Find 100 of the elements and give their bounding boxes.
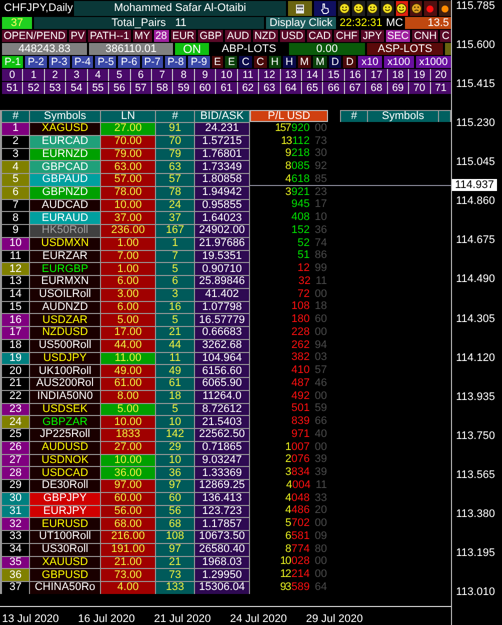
sad-face-button[interactable]	[410, 1, 422, 16]
pl-value: 13112 73	[280, 136, 328, 147]
smiley-icon	[338, 3, 350, 14]
period-button[interactable]: P-5	[95, 56, 116, 68]
index-button[interactable]: 60	[194, 82, 216, 94]
index-button[interactable]: 56	[109, 82, 130, 94]
filter-button[interactable]: AUD	[225, 30, 251, 42]
index-button[interactable]: 58	[152, 82, 172, 94]
filter-button[interactable]: NZD	[252, 30, 278, 42]
index-button[interactable]: 2	[44, 69, 66, 81]
calculator-button[interactable]	[288, 1, 312, 16]
ln-cell: 78.00	[101, 186, 155, 198]
filter-button[interactable]: 28	[154, 30, 169, 42]
filter-button[interactable]: PV	[69, 30, 86, 42]
index-button[interactable]: 51	[2, 82, 22, 94]
filter-button[interactable]: EUR	[170, 30, 196, 42]
timeframe-button[interactable]: C	[254, 56, 266, 68]
display-click-button[interactable]: Display Click	[266, 17, 336, 29]
timeframe-button[interactable]: H	[283, 56, 296, 68]
smiley-button[interactable]	[338, 1, 350, 16]
index-button[interactable]: 54	[66, 82, 87, 94]
timeframe-button[interactable]: E	[212, 56, 224, 68]
index-button[interactable]: 11	[238, 69, 258, 81]
index-button[interactable]: 18	[388, 69, 408, 81]
index-button[interactable]: 17	[366, 69, 387, 81]
timeframe-button[interactable]: E	[225, 56, 238, 68]
price-label: 113.380	[455, 508, 496, 520]
smiley-button[interactable]	[396, 1, 408, 16]
period-button[interactable]: P-7	[142, 56, 163, 68]
period-button[interactable]: P-9	[188, 56, 210, 68]
timeframe-button[interactable]: M	[298, 56, 312, 68]
period-button[interactable]: P-6	[118, 56, 140, 68]
symbol-cell: JP225Roll	[30, 429, 100, 441]
filter-button[interactable]: GBP	[198, 30, 224, 42]
index-button[interactable]: 71	[430, 82, 451, 94]
index-button[interactable]: 0	[2, 69, 22, 81]
pointer-button[interactable]	[314, 1, 336, 16]
index-button[interactable]: 67	[344, 82, 366, 94]
multiplier-button[interactable]: x1000	[416, 56, 452, 68]
asp-lots-label: ASP-LOTS	[367, 43, 443, 55]
index-button[interactable]: 55	[88, 82, 108, 94]
period-button[interactable]: P-2	[25, 56, 47, 68]
index-button[interactable]: 13	[280, 69, 301, 81]
smiley-button[interactable]	[381, 1, 394, 16]
filter-button[interactable]: CHF	[334, 30, 360, 42]
timeframe-button[interactable]: C	[239, 56, 252, 68]
index-button[interactable]: 57	[130, 82, 151, 94]
index-button[interactable]: 14	[302, 69, 322, 81]
index-button[interactable]: 64	[280, 82, 301, 94]
timeframe-button[interactable]: D	[328, 56, 342, 68]
filter-button[interactable]: CNH	[412, 30, 438, 42]
filter-button[interactable]: SEC	[386, 30, 410, 42]
index-button[interactable]: 4	[88, 69, 108, 81]
index-button[interactable]: 12	[259, 69, 280, 81]
index-button[interactable]: 8	[173, 69, 194, 81]
dot-button[interactable]	[424, 1, 437, 16]
filter-button[interactable]: JPY	[361, 30, 384, 42]
timeframe-button[interactable]: D	[343, 56, 356, 68]
index-button[interactable]: 1	[23, 69, 44, 81]
filter-button[interactable]: MY	[132, 30, 152, 42]
index-button[interactable]: 3	[66, 69, 87, 81]
index-button[interactable]: 52	[23, 82, 44, 94]
count-cell: 57	[156, 174, 194, 186]
index-button[interactable]: 66	[323, 82, 344, 94]
timeframe-button[interactable]: M	[313, 56, 327, 68]
timeframe-button[interactable]: H	[268, 56, 282, 68]
index-button[interactable]: 70	[409, 82, 430, 94]
index-button[interactable]: 63	[259, 82, 280, 94]
index-button[interactable]: 9	[194, 69, 216, 81]
filter-button[interactable]: OPEN/PEND	[2, 30, 68, 42]
index-button[interactable]: 61	[216, 82, 237, 94]
filter-button[interactable]: C	[440, 30, 452, 42]
filter-button[interactable]: PATH--1	[88, 30, 131, 42]
row-number: 32	[2, 518, 29, 530]
period-button[interactable]: P-4	[72, 56, 94, 68]
index-button[interactable]: 68	[366, 82, 387, 94]
index-button[interactable]: 59	[173, 82, 194, 94]
index-button[interactable]: 69	[388, 82, 408, 94]
index-button[interactable]: 6	[130, 69, 151, 81]
index-button[interactable]: 53	[44, 82, 66, 94]
multiplier-button[interactable]: x100	[384, 56, 414, 68]
symbol-cell: XAUUSD	[30, 556, 100, 568]
filter-button[interactable]: CAD	[306, 30, 332, 42]
smiley-button[interactable]	[352, 1, 365, 16]
index-button[interactable]: 15	[323, 69, 344, 81]
index-button[interactable]: 62	[238, 82, 258, 94]
price-label: 113.935	[455, 392, 496, 403]
index-button[interactable]: 5	[109, 69, 130, 81]
index-button[interactable]: 65	[302, 82, 322, 94]
index-button[interactable]: 7	[152, 69, 172, 81]
index-button[interactable]: 10	[216, 69, 237, 81]
index-button[interactable]: 20	[430, 69, 451, 81]
multiplier-button[interactable]: x10	[358, 56, 382, 68]
filter-button[interactable]: USD	[280, 30, 305, 42]
period-button[interactable]: P-8	[164, 56, 186, 68]
period-button[interactable]: P-3	[48, 56, 70, 68]
index-button[interactable]: 19	[409, 69, 430, 81]
dot-button[interactable]	[438, 1, 451, 16]
smiley-button[interactable]	[366, 1, 380, 16]
index-button[interactable]: 16	[344, 69, 366, 81]
